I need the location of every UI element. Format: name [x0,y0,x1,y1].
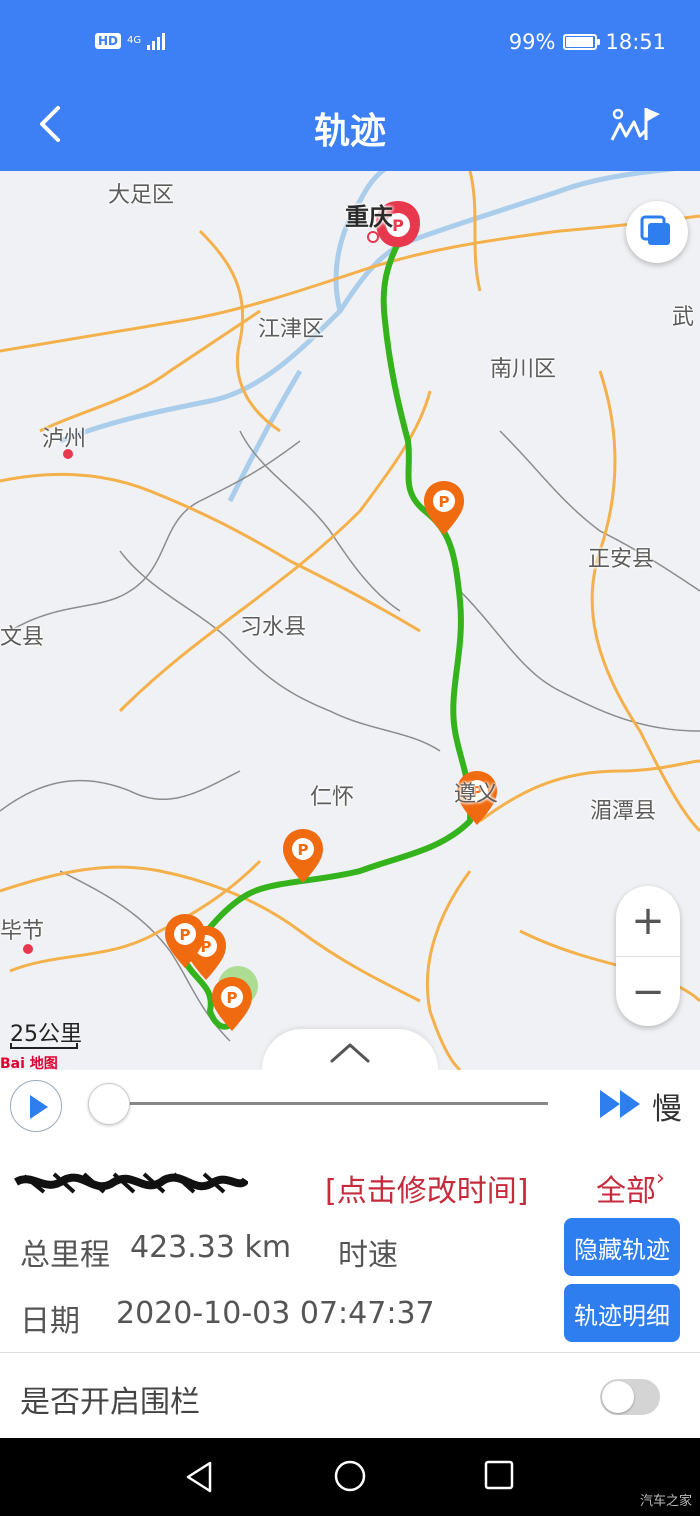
system-nav-bar [0,1438,700,1516]
mileage-value: 423.33 km [130,1230,292,1265]
signal-bars-icon [147,32,166,50]
map-label: 重庆 [345,203,393,231]
hd-badge: HD [95,33,122,49]
playback-speed-label[interactable]: 慢 [652,1084,682,1128]
status-right: 99% 18:51 [509,30,666,54]
svg-text:P: P [180,926,191,944]
map-logo: Bai 地图 [0,1056,58,1070]
page-title: 轨迹 [313,111,386,152]
map-label: 南川区 [490,357,557,382]
app-bar: 轨迹 [0,88,700,171]
clock: 18:51 [605,30,666,54]
zoom-in-button[interactable]: + [616,886,680,957]
zoom-out-button[interactable]: − [616,957,680,1027]
map-label: 大足区 [108,183,175,208]
map-label: 正安县 [588,547,655,572]
parking-marker-icon[interactable]: P [424,481,464,535]
nav-recent-icon[interactable] [484,1460,514,1490]
all-link[interactable]: 全部› [596,1166,665,1210]
route-flag-icon [610,108,660,141]
svg-text:P: P [439,493,450,511]
watermark: 汽车之家 [639,1494,692,1509]
signal-group: HD 4G [95,32,166,50]
map-label: 习水县 [240,615,307,640]
map-label: 泸州 [42,427,87,452]
edit-time-link[interactable]: [点击修改时间] [325,1166,528,1210]
speed-toggle-button[interactable] [598,1088,644,1120]
date-label: 日期 [20,1304,80,1339]
fence-toggle[interactable] [600,1379,660,1415]
map-label: 湄潭县 [590,799,657,824]
playback-bar: 慢 [0,1070,700,1147]
map-label: 毕节 [0,919,45,944]
fast-forward-icon [600,1090,640,1118]
map-label: 遵义 [454,782,499,807]
network-type: 4G [127,35,142,46]
redacted-plate [14,1172,248,1194]
map-view[interactable]: P P P P P P P 大足区 重庆 江津区 武 南川区 泸州 正安县 习水… [0,171,700,1070]
map-label: 文县 [0,625,45,650]
status-bar: HD 4G 99% 18:51 [0,0,700,88]
fence-label: 是否开启围栏 [20,1385,200,1420]
playback-slider-track[interactable] [110,1102,548,1105]
map-label: 江津区 [258,317,325,342]
parking-marker-icon[interactable]: P [283,829,323,883]
map-layer-button[interactable] [626,201,688,263]
mileage-label: 总里程 [20,1238,110,1273]
svg-text:P: P [298,841,309,859]
svg-text:P: P [227,989,238,1007]
fence-setting-row: 是否开启围栏 [0,1352,700,1438]
speed-label: 时速 [338,1238,398,1273]
route-flag-button[interactable] [608,100,662,146]
chevron-up-icon [330,1043,370,1063]
all-link-label: 全部 [596,1174,656,1209]
map-label: 仁怀 [310,785,355,810]
expand-panel-button[interactable] [262,1029,438,1070]
map-canvas: P P P P P P P [0,171,700,1070]
map-label: 武 [672,305,695,330]
hide-track-button[interactable]: 隐藏轨迹 [564,1218,680,1276]
nav-back-icon[interactable] [182,1460,216,1494]
scale-bar [10,1043,78,1049]
battery-percent: 99% [508,30,556,54]
play-button[interactable] [10,1080,62,1132]
layers-icon [640,215,670,245]
toggle-knob [602,1381,634,1413]
battery-icon [563,34,601,50]
chevron-right-icon: › [656,1166,665,1191]
track-detail-button[interactable]: 轨迹明细 [564,1284,680,1342]
playback-slider-thumb[interactable] [88,1083,130,1125]
svg-text:P: P [392,216,404,235]
date-value: 2020-10-03 07:47:37 [116,1296,435,1331]
zoom-control: + − [616,886,680,1026]
trip-info-panel: [点击修改时间] 全部› 总里程 423.33 km 时速 隐藏轨迹 日期 20… [0,1146,700,1352]
nav-home-icon[interactable] [333,1459,367,1493]
